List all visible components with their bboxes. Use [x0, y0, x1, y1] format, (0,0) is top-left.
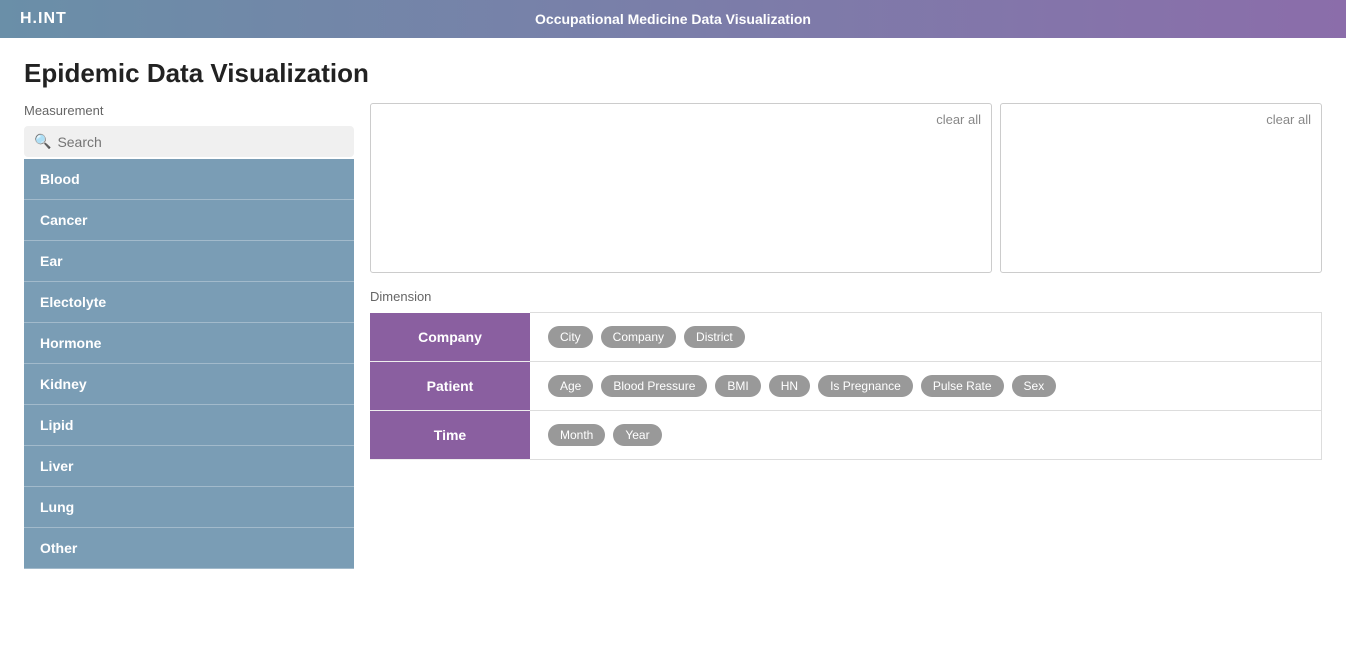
left-panel: Measurement 🔍 BloodCancerEarElectolyteHo… — [24, 103, 354, 569]
clear-all-main-button[interactable]: clear all — [936, 112, 981, 127]
measurement-label: Measurement — [24, 103, 354, 118]
dimension-tag[interactable]: Pulse Rate — [921, 375, 1004, 397]
dimension-tag[interactable]: Is Pregnance — [818, 375, 913, 397]
page-content: Epidemic Data Visualization Measurement … — [0, 38, 1346, 589]
dimension-row: Patient Age Blood Pressure BMI HN Is Pregnanc… — [370, 362, 1322, 411]
dimension-tag[interactable]: Year — [613, 424, 661, 446]
page-title: Epidemic Data Visualization — [24, 58, 1322, 89]
measurement-list: BloodCancerEarElectolyteHormoneKidneyLip… — [24, 159, 354, 569]
dimension-tag[interactable]: BMI — [715, 375, 760, 397]
dimension-section: Dimension Company City Company District Pati… — [370, 289, 1322, 460]
dimension-tags-cell: Age Blood Pressure BMI HN Is Pregnance Pulse … — [530, 362, 1322, 411]
dimension-tag[interactable]: Blood Pressure — [601, 375, 707, 397]
dimension-tags-cell: City Company District — [530, 313, 1322, 362]
menu-item[interactable]: Electolyte — [24, 282, 354, 323]
side-chart-box: clear all — [1000, 103, 1322, 273]
dimension-tag[interactable]: District — [684, 326, 745, 348]
dimension-tags-cell: Month Year — [530, 411, 1322, 460]
menu-item[interactable]: Lipid — [24, 405, 354, 446]
right-panel: clear all clear all Dimension CompanyCit… — [370, 103, 1322, 569]
menu-item[interactable]: Lung — [24, 487, 354, 528]
dimension-table: Company City Company District Patient Age Bloo… — [370, 312, 1322, 460]
dimension-row: Time Month Year — [370, 411, 1322, 460]
search-icon: 🔍 — [34, 133, 51, 150]
menu-item[interactable]: Ear — [24, 241, 354, 282]
dimension-category: Patient — [370, 362, 530, 411]
app-title: Occupational Medicine Data Visualization — [535, 11, 811, 27]
logo: H.INT — [20, 10, 67, 28]
main-layout: Measurement 🔍 BloodCancerEarElectolyteHo… — [24, 103, 1322, 569]
dimension-tag[interactable]: Month — [548, 424, 605, 446]
menu-item[interactable]: Blood — [24, 159, 354, 200]
menu-item[interactable]: Cancer — [24, 200, 354, 241]
dimension-category: Company — [370, 313, 530, 362]
dimension-tag[interactable]: Age — [548, 375, 593, 397]
dimension-label: Dimension — [370, 289, 1322, 304]
menu-item[interactable]: Other — [24, 528, 354, 569]
menu-item[interactable]: Liver — [24, 446, 354, 487]
top-nav: H.INT Occupational Medicine Data Visuali… — [0, 0, 1346, 38]
dimension-tag[interactable]: City — [548, 326, 593, 348]
dimension-tag[interactable]: Sex — [1012, 375, 1057, 397]
main-chart-box: clear all — [370, 103, 992, 273]
dimension-category: Time — [370, 411, 530, 460]
clear-all-side-button[interactable]: clear all — [1266, 112, 1311, 127]
dimension-tag[interactable]: HN — [769, 375, 810, 397]
dimension-row: Company City Company District — [370, 313, 1322, 362]
search-box: 🔍 — [24, 126, 354, 157]
menu-item[interactable]: Hormone — [24, 323, 354, 364]
chart-area: clear all clear all — [370, 103, 1322, 273]
menu-item[interactable]: Kidney — [24, 364, 354, 405]
search-input[interactable] — [57, 134, 344, 150]
dimension-tag[interactable]: Company — [601, 326, 676, 348]
